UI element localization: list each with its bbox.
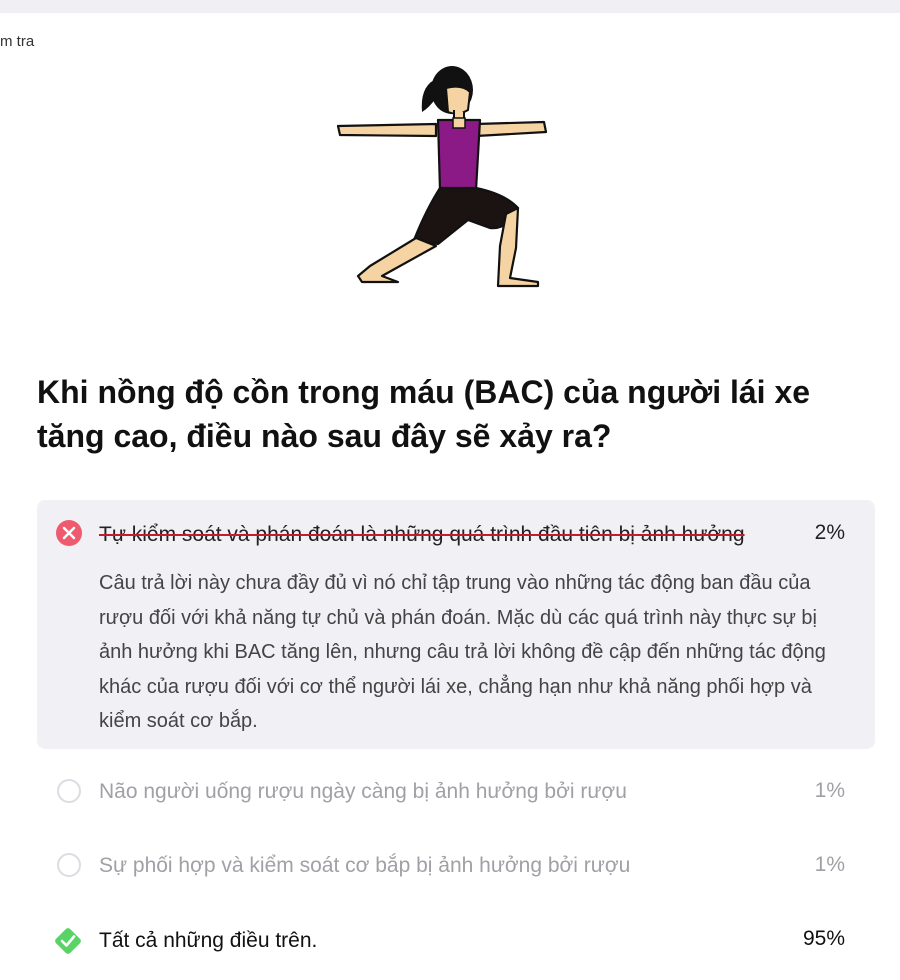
answer-percent: 1% — [814, 779, 845, 802]
answer-explanation: Câu trả lời này chưa đầy đủ vì nó chỉ tậ… — [99, 572, 826, 732]
answer-option-label: Sự phối hợp và kiểm soát cơ bắp bị ảnh h… — [99, 854, 631, 877]
breadcrumb[interactable]: m tra — [0, 33, 34, 50]
top-bar — [0, 0, 900, 13]
radio-icon — [57, 779, 81, 803]
answer-option-incorrect-selected[interactable]: Tự kiểm soát và phán đoán là những quá t… — [37, 500, 875, 749]
answer-option[interactable]: Sự phối hợp và kiểm soát cơ bắp bị ảnh h… — [37, 850, 875, 882]
answer-option-correct[interactable]: Tất cả những điều trên. 95% — [37, 922, 875, 958]
yoga-illustration — [336, 66, 548, 288]
answer-percent: 95% — [802, 927, 845, 950]
question-title: Khi nồng độ cồn trong máu (BAC) của ngườ… — [37, 374, 811, 454]
x-circle-icon — [56, 520, 82, 546]
answer-option[interactable]: Não người uống rượu ngày càng bị ảnh hưở… — [37, 776, 875, 808]
check-diamond-icon — [55, 928, 81, 954]
answer-percent: 2% — [814, 521, 845, 544]
answer-option-label: Tự kiểm soát và phán đoán là những quá t… — [99, 523, 745, 546]
answer-percent: 1% — [814, 853, 845, 876]
answer-option-label: Tất cả những điều trên. — [99, 929, 318, 952]
radio-icon — [57, 853, 81, 877]
answer-option-label: Não người uống rượu ngày càng bị ảnh hưở… — [99, 780, 627, 803]
